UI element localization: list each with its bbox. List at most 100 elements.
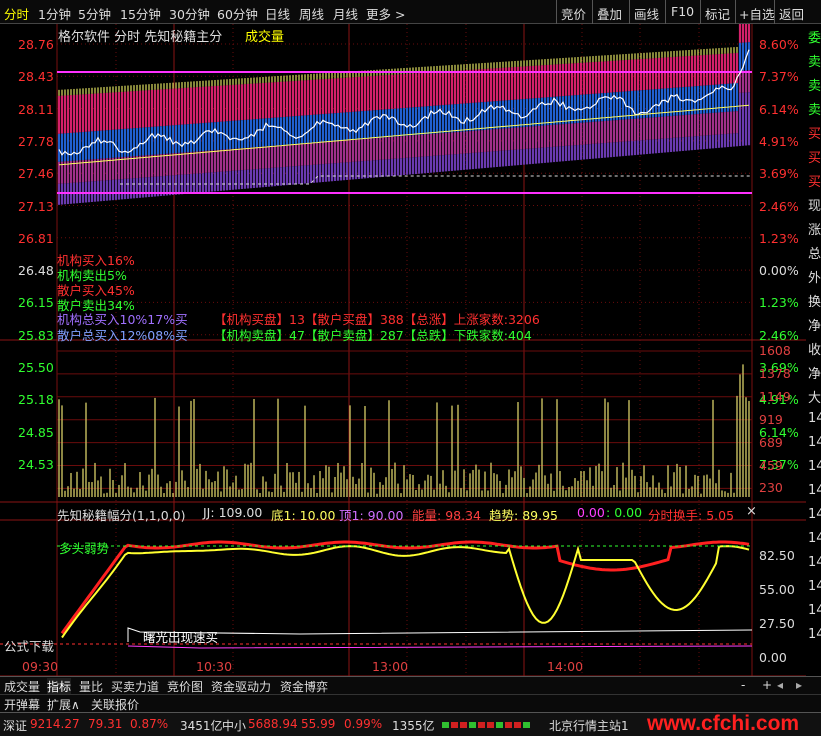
overlay-button[interactable]: 叠加 [597, 4, 622, 23]
rightaxis-tick: 6.14% [759, 101, 799, 117]
sidebar-char: 买 [808, 175, 821, 190]
sidebar-char: 收 [808, 343, 821, 358]
jj-value: 109.00 [218, 505, 263, 520]
sidebar-char: 净 [808, 367, 821, 382]
loweraxis-tick: 0.00 [759, 650, 787, 665]
leftaxis-tick: 27.13 [18, 198, 54, 214]
bottom-tabs-2: 开弹幕 扩展∧ 关联报价 [0, 694, 821, 712]
tab-fenshi[interactable]: 分时 [4, 4, 29, 23]
scroll-left-icon[interactable]: ◂ [777, 678, 783, 692]
sidebar-char: 现 [808, 199, 821, 214]
close-icon[interactable]: × [746, 504, 757, 519]
leftaxis-tick: 27.78 [18, 133, 54, 149]
minus-button[interactable]: - [741, 678, 745, 692]
draw-line-button[interactable]: 画线 [634, 4, 659, 23]
tab-fund-drive[interactable]: 资金驱动力 [211, 678, 271, 695]
sidebar-char: 14 [808, 435, 821, 450]
danmaku-button[interactable]: 开弹幕 [4, 696, 40, 713]
add-watchlist-button[interactable]: +自选 [739, 4, 774, 23]
zx-change: 55.99 [301, 717, 336, 731]
leftaxis-tick: 24.53 [18, 456, 54, 472]
f10-button[interactable]: F10 [671, 4, 694, 19]
volume-label: 成交量 [245, 30, 285, 45]
tab-fund-game[interactable]: 资金博弈 [280, 678, 328, 695]
leftaxis-tick: 27.46 [18, 166, 54, 182]
formula-download-button[interactable]: 公式下载 [4, 636, 54, 655]
sidebar-char: 14 [808, 411, 821, 426]
time-1400: 14:00 [547, 659, 584, 674]
plus-button[interactable]: + [762, 678, 772, 692]
sidebar-char: 14 [808, 555, 821, 570]
rightaxis-tick: 4.91% [759, 133, 799, 149]
related-quotes-button[interactable]: 关联报价 [91, 696, 139, 713]
intraday-chart[interactable] [0, 24, 821, 676]
auction-button[interactable]: 竞价 [561, 4, 586, 23]
mark-button[interactable]: 标记 [705, 4, 730, 23]
tab-buy-sell-force[interactable]: 买卖力道 [111, 678, 159, 695]
tab-30min[interactable]: 30分钟 [169, 4, 210, 23]
watermark: www.cfchi.com [647, 712, 800, 735]
leftaxis-tick: 26.81 [18, 230, 54, 246]
loweraxis-tick: 27.50 [759, 616, 795, 631]
server-label[interactable]: 北京行情主站1 [549, 717, 629, 734]
tab-auction-chart[interactable]: 竞价图 [167, 678, 203, 695]
v1-value: 0.00 [577, 505, 605, 520]
time-1030: 10:30 [196, 659, 233, 674]
volaxis-tick: 1608 [759, 343, 791, 358]
sz-pct: 0.87% [130, 717, 169, 731]
period-toolbar: 分时 1分钟 5分钟 15分钟 30分钟 60分钟 日线 周线 月线 更多 > … [0, 0, 821, 24]
leftaxis-tick: 25.18 [18, 392, 54, 408]
sidebar-char: 涨 [808, 223, 821, 238]
sidebar-char: 卖 [808, 55, 821, 70]
tab-weekly[interactable]: 周线 [299, 4, 324, 23]
ding-label: 顶1: [339, 508, 364, 523]
zx-amount: 1355亿 [392, 719, 435, 733]
v2-value: 0.00 [614, 505, 643, 520]
sidebar-char: 14 [808, 603, 821, 618]
tab-daily[interactable]: 日线 [265, 4, 290, 23]
sidebar-char: 净 [808, 319, 821, 334]
leftaxis-tick: 25.50 [18, 360, 54, 375]
sidebar-char: 14 [808, 531, 821, 546]
rightaxis-tick: 3.69% [759, 166, 799, 182]
sidebar-char: 买 [808, 127, 821, 142]
tab-volume-ratio[interactable]: 量比 [79, 678, 103, 695]
sidebar-char: 14 [808, 507, 821, 522]
sidebar-char: 换 [808, 295, 821, 310]
status-bar: 深证 9214.27 79.31 0.87% 3451亿 中小 5688.94 … [0, 712, 821, 736]
tab-5min[interactable]: 5分钟 [78, 4, 111, 23]
sz-change: 79.31 [88, 717, 123, 731]
trend-value: 89.95 [522, 508, 558, 523]
sidebar-char: 14 [808, 627, 821, 642]
sz-value: 9214.27 [30, 717, 80, 731]
sz-label: 深证 [3, 719, 28, 733]
tab-monthly[interactable]: 月线 [333, 4, 358, 23]
expand-button[interactable]: 扩展∧ [47, 696, 80, 713]
sidebar-char: 委 [808, 31, 821, 46]
leftaxis-tick: 26.15 [18, 295, 54, 311]
volaxis-tick: 919 [759, 411, 783, 427]
volaxis-tick: 1149 [759, 388, 791, 404]
rightaxis-tick: 0.00% [759, 263, 799, 279]
tab-more[interactable]: 更多 > [366, 4, 405, 23]
time-1300: 13:00 [372, 659, 409, 674]
di-value: 10.00 [299, 508, 336, 523]
tab-1min[interactable]: 1分钟 [38, 4, 71, 23]
rightaxis-tick: 2.46% [759, 198, 799, 214]
zx-pct: 0.99% [344, 717, 383, 731]
loweraxis-tick: 82.50 [759, 548, 795, 563]
tab-15min[interactable]: 15分钟 [120, 4, 161, 23]
sell-disc-row2: 【机构卖盘】47【散户卖盘】287【总跌】下跌家数:404 [214, 328, 532, 343]
leftaxis-tick: 24.85 [18, 424, 54, 440]
rightaxis-tick: 1.23% [759, 230, 799, 246]
tab-volume[interactable]: 成交量 [4, 678, 40, 695]
tab-60min[interactable]: 60分钟 [217, 4, 258, 23]
formula-name[interactable]: 先知秘籍幅分(1,1,0,0) [57, 505, 186, 524]
scroll-right-icon[interactable]: ▸ [796, 678, 802, 692]
di-label: 底1: [271, 508, 296, 523]
back-button[interactable]: 返回 [779, 4, 804, 23]
zx-value: 5688.94 [248, 717, 298, 731]
sz-amount: 3451亿 [180, 719, 223, 733]
rightaxis-tick: 1.23% [759, 295, 799, 311]
tab-indicator[interactable]: 指标 [47, 678, 72, 695]
